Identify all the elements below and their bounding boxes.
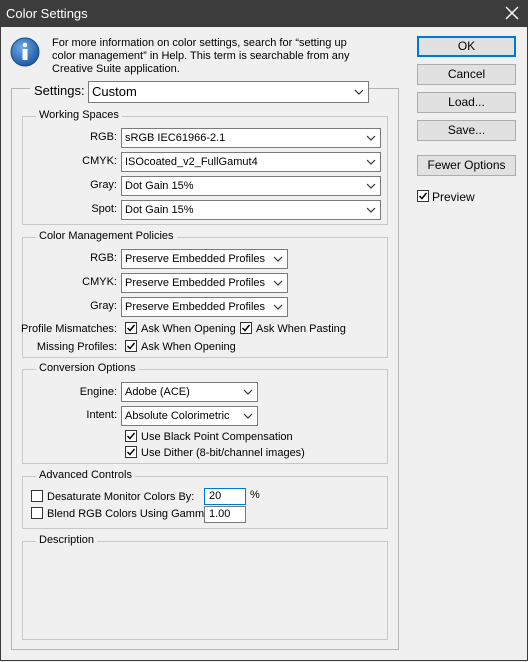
ws-rgb-dropdown[interactable]: sRGB IEC61966-2.1 — [121, 128, 381, 148]
cancel-button[interactable]: Cancel — [417, 64, 516, 85]
checkmark-icon — [126, 432, 136, 440]
ws-gray-dropdown[interactable]: Dot Gain 15% — [121, 176, 381, 196]
ws-spot-value: Dot Gain 15% — [125, 204, 194, 216]
chevron-down-icon — [366, 183, 376, 189]
ws-gray-label: Gray: — [90, 179, 117, 191]
settings-label: Settings: — [30, 83, 89, 98]
desaturate-input[interactable]: 20 — [204, 488, 246, 505]
ws-cmyk-value: ISOcoated_v2_FullGamut4 — [125, 156, 258, 168]
missing-profiles-label: Missing Profiles: — [36, 341, 117, 353]
ws-spot-dropdown[interactable]: Dot Gain 15% — [121, 200, 381, 220]
engine-label: Engine: — [79, 386, 117, 398]
ok-button[interactable]: OK — [417, 36, 516, 57]
ws-rgb-label: RGB: — [90, 131, 117, 143]
info-line: Creative Suite application. — [52, 63, 180, 75]
close-button[interactable] — [500, 2, 524, 24]
policy-cmyk-dropdown[interactable]: Preserve Embedded Profiles — [121, 273, 288, 293]
chevron-down-icon — [243, 389, 253, 395]
save-button[interactable]: Save... — [417, 120, 516, 141]
ws-cmyk-dropdown[interactable]: ISOcoated_v2_FullGamut4 — [121, 152, 381, 172]
policy-gray-label: Gray: — [90, 300, 117, 312]
info-icon — [10, 37, 40, 67]
ws-cmyk-label: CMYK: — [82, 155, 117, 167]
blend-gamma-label: Blend RGB Colors Using Gamma: — [47, 508, 214, 520]
checkmark-icon — [126, 342, 136, 350]
chevron-down-icon — [273, 256, 283, 262]
policy-cmyk-label: CMYK: — [82, 276, 117, 288]
checkmark-icon — [126, 448, 136, 456]
ws-rgb-value: sRGB IEC61966-2.1 — [125, 132, 226, 144]
blend-gamma-checkbox[interactable] — [31, 507, 43, 519]
info-text: For more information on color settings, … — [52, 37, 352, 76]
policy-gray-dropdown[interactable]: Preserve Embedded Profiles — [121, 297, 288, 317]
description-title: Description — [36, 534, 98, 546]
preview-label: Preview — [432, 190, 475, 204]
working-spaces-title: Working Spaces — [36, 109, 122, 121]
intent-label: Intent: — [86, 409, 117, 421]
chevron-down-icon — [366, 207, 376, 213]
chevron-down-icon — [273, 280, 283, 286]
engine-dropdown[interactable]: Adobe (ACE) — [121, 382, 258, 402]
advanced-title: Advanced Controls — [36, 469, 135, 481]
title-bar: Color Settings — [0, 0, 528, 27]
window-title: Color Settings — [6, 6, 88, 21]
use-dither-checkbox[interactable] — [125, 446, 137, 458]
use-dither-label: Use Dither (8-bit/channel images) — [141, 447, 305, 459]
conversion-title: Conversion Options — [36, 362, 139, 374]
black-point-compensation-checkbox[interactable] — [125, 430, 137, 442]
checkmark-icon — [241, 324, 251, 332]
ask-when-pasting-checkbox[interactable] — [240, 322, 252, 334]
desaturate-unit: % — [250, 489, 260, 501]
checkmark-icon — [126, 324, 136, 332]
ws-gray-value: Dot Gain 15% — [125, 180, 194, 192]
policy-rgb-label: RGB: — [90, 252, 117, 264]
info-line: For more information on color settings, … — [52, 37, 347, 49]
checkmark-icon — [418, 192, 428, 200]
intent-value: Absolute Colorimetric — [125, 410, 230, 422]
policy-cmyk-value: Preserve Embedded Profiles — [125, 277, 266, 289]
preview-checkbox[interactable] — [417, 190, 429, 202]
ask-when-opening-checkbox[interactable] — [125, 322, 137, 334]
black-point-compensation-label: Use Black Point Compensation — [141, 431, 293, 443]
policy-rgb-value: Preserve Embedded Profiles — [125, 253, 266, 265]
ws-spot-label: Spot: — [91, 203, 117, 215]
policy-rgb-dropdown[interactable]: Preserve Embedded Profiles — [121, 249, 288, 269]
info-line: color management” in Help. This term is … — [52, 50, 350, 62]
intent-dropdown[interactable]: Absolute Colorimetric — [121, 406, 258, 426]
chevron-down-icon — [243, 413, 253, 419]
close-icon — [505, 6, 519, 20]
desaturate-checkbox[interactable] — [31, 490, 43, 502]
missing-ask-when-opening-checkbox[interactable] — [125, 340, 137, 352]
policies-title: Color Management Policies — [36, 230, 177, 242]
policy-gray-value: Preserve Embedded Profiles — [125, 301, 266, 313]
profile-mismatches-label: Profile Mismatches: — [21, 323, 117, 335]
chevron-down-icon — [273, 304, 283, 310]
blend-gamma-input[interactable]: 1.00 — [204, 506, 246, 523]
missing-ask-when-opening-label: Ask When Opening — [141, 341, 236, 353]
fewer-options-button[interactable]: Fewer Options — [417, 155, 516, 176]
desaturate-label: Desaturate Monitor Colors By: — [47, 491, 195, 503]
settings-value: Custom — [92, 84, 137, 99]
description-group — [22, 541, 388, 640]
ask-when-pasting-label: Ask When Pasting — [256, 323, 346, 335]
chevron-down-icon — [354, 89, 364, 95]
settings-dropdown[interactable]: Custom — [88, 81, 369, 103]
engine-value: Adobe (ACE) — [125, 386, 190, 398]
chevron-down-icon — [366, 135, 376, 141]
load-button[interactable]: Load... — [417, 92, 516, 113]
chevron-down-icon — [366, 159, 376, 165]
ask-when-opening-label: Ask When Opening — [141, 323, 236, 335]
